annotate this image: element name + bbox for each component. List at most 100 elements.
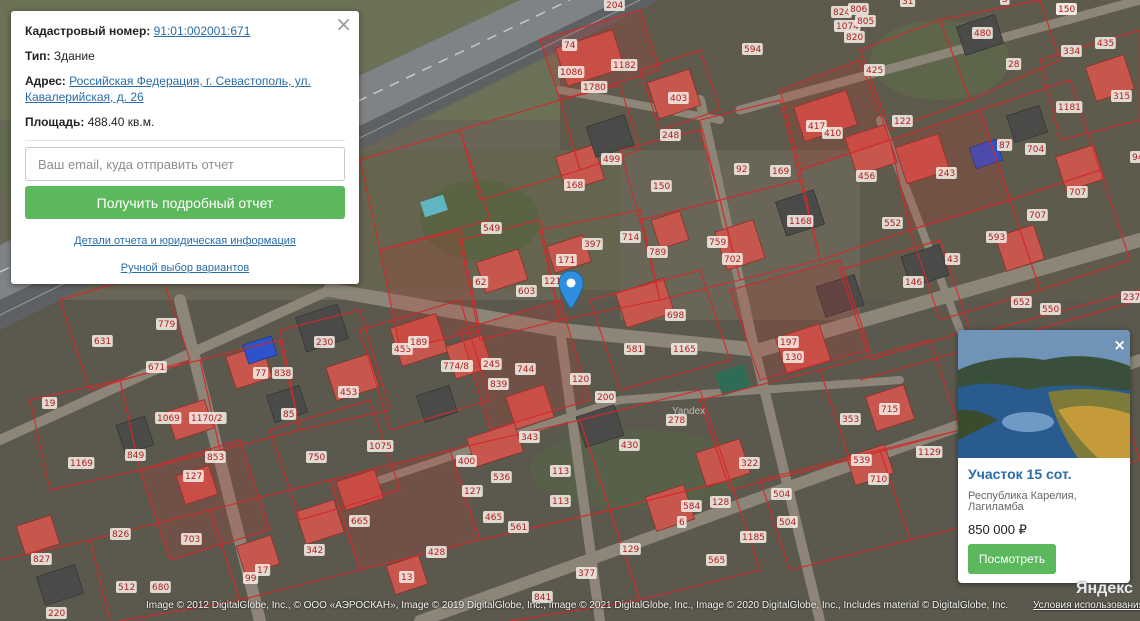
parcel-number-label[interactable]: 631 [94,337,111,347]
parcel-number-label[interactable]: 150 [1058,5,1075,15]
parcel-number-label[interactable]: 19 [44,399,56,409]
parcel-number-label[interactable]: 680 [152,583,169,593]
parcel-number-label[interactable]: 714 [622,233,639,243]
parcel-number-label[interactable]: 220 [48,609,65,619]
parcel-number-label[interactable]: 552 [884,219,901,229]
parcel-number-label[interactable]: 703 [183,535,200,545]
parcel-number-label[interactable]: 13 [401,573,412,583]
parcel-number-label[interactable]: 710 [870,475,887,485]
parcel-number-label[interactable]: 715 [881,405,898,415]
parcel-number-label[interactable]: 779 [158,320,175,330]
parcel-number-label[interactable]: 353 [842,415,859,425]
parcel-number-label[interactable]: 707 [1069,188,1086,198]
parcel-number-label[interactable]: 702 [724,255,741,265]
parcel-number-label[interactable]: 853 [207,453,224,463]
parcel-number-label[interactable]: 403 [670,94,687,104]
parcel-number-label[interactable]: 342 [306,546,323,556]
parcel-number-label[interactable]: 94 [1132,153,1140,163]
parcel-number-label[interactable]: 3 [1002,0,1008,5]
parcel-number-label[interactable]: 774/8 [443,362,469,372]
address-link[interactable]: Российская Федерация, г. Севастополь, ул… [25,74,311,104]
parcel-number-label[interactable]: 704 [1027,145,1044,155]
parcel-number-label[interactable]: 456 [858,172,875,182]
cadastral-number-link[interactable]: 91:01:002001:671 [154,24,251,38]
parcel-number-label[interactable]: 130 [785,353,802,363]
parcel-number-label[interactable]: 665 [351,517,368,527]
parcel-number-label[interactable]: 849 [127,451,144,461]
close-icon[interactable]: × [1113,338,1126,353]
view-listing-button[interactable]: Посмотреть [968,544,1056,574]
parcel-number-label[interactable]: 122 [894,117,911,127]
parcel-number-label[interactable]: 243 [938,169,955,179]
parcel-number-label[interactable]: 120 [572,375,589,385]
parcel-number-label[interactable]: 204 [606,1,623,11]
parcel-number-label[interactable]: 1170/2 [191,414,223,424]
parcel-number-label[interactable]: 435 [1097,39,1114,49]
parcel-number-label[interactable]: 237 [1123,293,1140,303]
parcel-number-label[interactable]: 707 [1029,211,1046,221]
parcel-number-label[interactable]: 74 [564,41,576,51]
parcel-number-label[interactable]: 539 [853,456,870,466]
parcel-number-label[interactable]: 113 [552,467,569,477]
parcel-number-label[interactable]: 278 [668,416,685,426]
parcel-number-label[interactable]: 1075 [369,442,392,452]
parcel-number-label[interactable]: 31 [902,0,913,7]
parcel-number-label[interactable]: 128 [712,498,729,508]
parcel-number-label[interactable]: 584 [683,502,700,512]
parcel-number-label[interactable]: 129 [622,545,639,555]
parcel-number-label[interactable]: 6 [679,518,685,528]
parcel-number-label[interactable]: 428 [428,548,445,558]
parcel-number-label[interactable]: 550 [1042,305,1059,315]
get-report-button[interactable]: Получить подробный отчет [25,186,345,219]
parcel-number-label[interactable]: 480 [974,29,991,39]
parcel-number-label[interactable]: 169 [772,167,789,177]
parcel-number-label[interactable]: 197 [780,338,797,348]
parcel-number-label[interactable]: 99 [245,574,257,584]
parcel-number-label[interactable]: 17 [257,566,268,576]
parcel-number-label[interactable]: 561 [510,523,527,533]
parcel-number-label[interactable]: 146 [905,278,922,288]
parcel-number-label[interactable]: 248 [662,131,679,141]
parcel-number-label[interactable]: 698 [667,311,684,321]
parcel-number-label[interactable]: 759 [709,238,726,248]
parcel-number-label[interactable]: 1169 [70,459,93,469]
parcel-number-label[interactable]: 150 [653,182,670,192]
parcel-number-label[interactable]: 377 [578,569,595,579]
parcel-number-label[interactable]: 189 [410,338,427,348]
parcel-number-label[interactable]: 127 [185,472,202,482]
parcel-number-label[interactable]: 512 [118,583,135,593]
parcel-number-label[interactable]: 750 [308,453,325,463]
parcel-number-label[interactable]: 1069 [157,414,180,424]
parcel-number-label[interactable]: 581 [626,345,643,355]
parcel-number-label[interactable]: 92 [736,165,747,175]
listing-title[interactable]: Участок 15 сот. [968,466,1120,482]
parcel-number-label[interactable]: 593 [988,233,1005,243]
parcel-number-label[interactable]: 536 [493,473,510,483]
parcel-number-label[interactable]: 245 [483,360,500,370]
listing-photo[interactable]: × [958,330,1130,458]
parcel-number-label[interactable]: 334 [1063,47,1080,57]
parcel-number-label[interactable]: 824 [833,8,850,18]
parcel-number-label[interactable]: 77 [255,369,266,379]
parcel-number-label[interactable]: 465 [485,513,502,523]
yandex-logo[interactable]: Яндекс [1076,580,1133,598]
parcel-number-label[interactable]: 400 [458,457,475,467]
manual-selection-link[interactable]: Ручной выбор вариантов [25,262,345,274]
parcel-number-label[interactable]: 171 [558,256,575,266]
parcel-number-label[interactable]: 28 [1008,60,1020,70]
parcel-number-label[interactable]: 397 [584,240,601,250]
parcel-number-label[interactable]: 1086 [560,68,583,78]
parcel-number-label[interactable]: 806 [850,5,867,15]
email-field[interactable] [25,147,345,181]
parcel-number-label[interactable]: 652 [1013,298,1030,308]
parcel-number-label[interactable]: 1182 [613,61,636,71]
close-icon[interactable]: × [335,14,352,34]
parcel-number-label[interactable]: 113 [552,497,569,507]
parcel-number-label[interactable]: 430 [621,441,638,451]
parcel-number-label[interactable]: 565 [708,556,725,566]
parcel-number-label[interactable]: 839 [490,380,507,390]
parcel-number-label[interactable]: 1181 [1058,103,1081,113]
parcel-number-label[interactable]: 62 [475,278,486,288]
parcel-number-label[interactable]: 1168 [789,217,812,227]
parcel-number-label[interactable]: 805 [857,17,874,27]
